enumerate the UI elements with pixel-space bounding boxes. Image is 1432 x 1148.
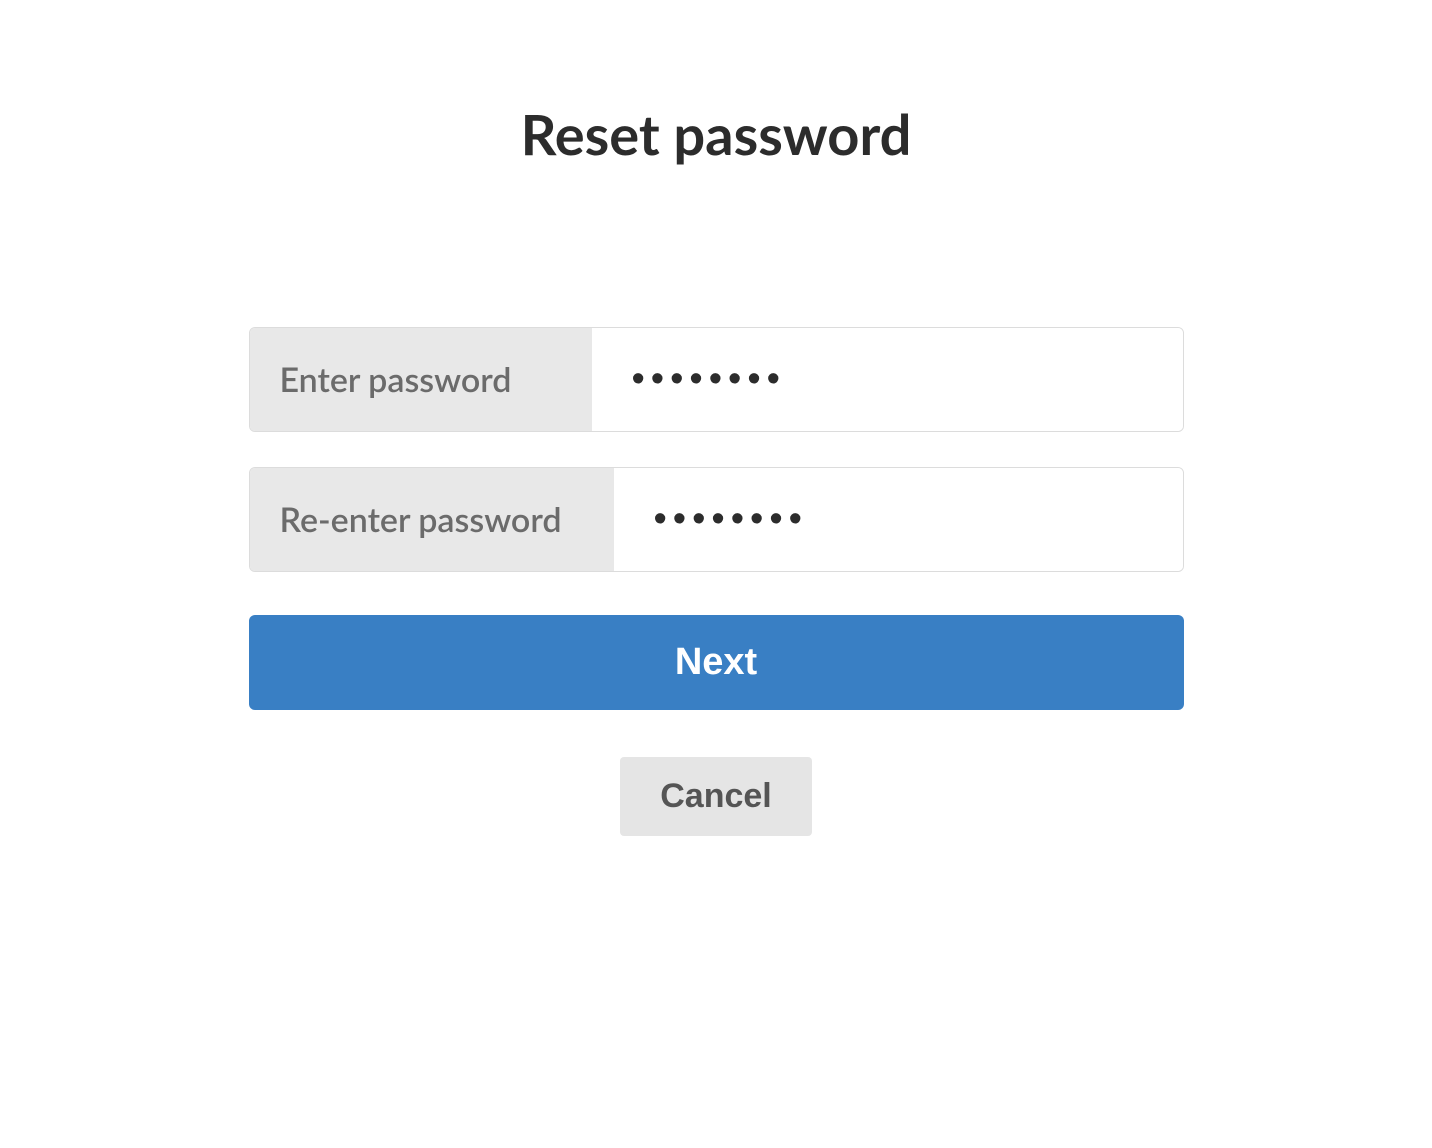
next-button[interactable]: Next — [249, 615, 1184, 710]
reset-password-form: Enter password Re-enter password Next Ca… — [249, 327, 1184, 836]
password-input-group: Enter password — [249, 327, 1184, 432]
confirm-password-label: Re-enter password — [250, 468, 614, 571]
confirm-password-input[interactable] — [614, 468, 1183, 571]
password-input[interactable] — [592, 328, 1183, 431]
page-title: Reset password — [521, 100, 912, 167]
password-label: Enter password — [250, 328, 592, 431]
cancel-button[interactable]: Cancel — [620, 757, 812, 836]
confirm-password-input-group: Re-enter password — [249, 467, 1184, 572]
